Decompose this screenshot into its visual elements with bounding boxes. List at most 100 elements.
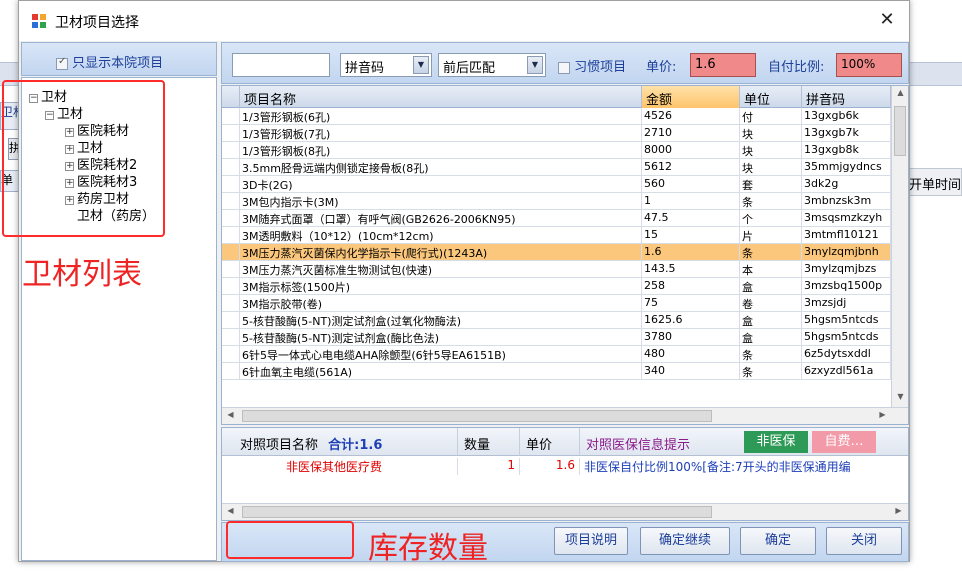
pinyin-cell: 3dk2g: [802, 176, 891, 193]
unit-cell: 条: [740, 346, 802, 363]
unit-cell: 套: [740, 176, 802, 193]
close-icon[interactable]: ✕: [874, 9, 900, 30]
self-pay-field[interactable]: 100%: [836, 53, 902, 77]
insurance-hint-label: 对照医保信息提示: [586, 438, 691, 453]
item-name-cell: 5-核苷酸酶(5-NT)测定试剂盒(过氧化物酶法): [240, 312, 642, 329]
amount-cell: 3780: [642, 329, 740, 346]
pinyin-cell: 13gxgb6k: [802, 108, 891, 125]
stock-quantity-annotation: 库存数量: [368, 531, 488, 566]
scroll-right-icon[interactable]: ▶: [890, 506, 907, 515]
item-description-button[interactable]: 项目说明: [554, 527, 628, 555]
row-header[interactable]: [222, 227, 240, 244]
row-header[interactable]: [222, 278, 240, 295]
column-unit[interactable]: 单位: [740, 86, 802, 108]
pinyin-cell: 3mylzqmjbnh: [802, 244, 891, 261]
mapped-item-name-cell: 非医保其他医疗费: [234, 458, 458, 475]
table-row[interactable]: 3M压力蒸汽灭菌标准生物测试包(快速) 143.5 本 3mylzqmjbzs: [222, 261, 891, 278]
table-row[interactable]: 5-核苷酸酶(5-NT)测定试剂盒(过氧化物酶法) 1625.6 盒 5hgsm5nt…: [222, 312, 891, 329]
table-row[interactable]: 6针5导一体式心电电缆AHA除颤型(6针5导EA6151B) 480 条 6z5dyt…: [222, 346, 891, 363]
column-mapped-item-name[interactable]: 对照项目名称 合计:1.6: [234, 428, 458, 456]
checkbox-icon[interactable]: [56, 56, 68, 70]
amount-cell: 340: [642, 363, 740, 380]
material-grid: 项目名称 金额 单位 拼音码 1/3管形钢板(6孔) 4526 付 13gxgb6k 1…: [221, 85, 909, 425]
row-header[interactable]: [222, 193, 240, 210]
table-row[interactable]: 3M包内指示卡(3M) 1 条 3mbnzsk3m: [222, 193, 891, 210]
item-name-cell: 1/3管形钢板(6孔): [240, 108, 642, 125]
table-row[interactable]: 3M透明敷料（10*12）(10cm*12cm) 15 片 3mtmfl10121: [222, 227, 891, 244]
item-name-cell: 6针血氧主电缆(561A): [240, 363, 642, 380]
column-amount[interactable]: 金额: [642, 86, 740, 108]
confirm-continue-button[interactable]: 确定继续: [640, 527, 730, 555]
table-row[interactable]: 3M随弃式面罩（口罩）有呼气阀(GB2626-2006KN95) 47.5 个 3ms…: [222, 210, 891, 227]
column-item-name[interactable]: 项目名称: [240, 86, 642, 108]
amount-cell: 75: [642, 295, 740, 312]
match-mode-select[interactable]: 前后匹配 ▼: [438, 53, 546, 77]
row-header[interactable]: [222, 108, 240, 125]
chevron-down-icon[interactable]: ▼: [527, 56, 543, 74]
pinyin-cell: 3mzsjdj: [802, 295, 891, 312]
search-input[interactable]: [232, 53, 330, 77]
table-row[interactable]: 3M压力蒸汽灭菌保内化学指示卡(爬行式)(1243A) 1.6 条 3mylzqmjb…: [222, 244, 891, 261]
table-row[interactable]: 3M指示标签(1500片) 258 盒 3mzsbq1500p: [222, 278, 891, 295]
item-name-cell: 3M压力蒸汽灭菌标准生物测试包(快速): [240, 261, 642, 278]
grid-vertical-scrollbar[interactable]: ▲ ▼: [891, 86, 908, 407]
scroll-thumb[interactable]: [242, 410, 712, 422]
close-button[interactable]: 关闭: [826, 527, 902, 555]
row-header[interactable]: [222, 329, 240, 346]
pinyin-cell: 3mzsbq1500p: [802, 278, 891, 295]
table-row[interactable]: 1/3管形钢板(6孔) 4526 付 13gxgb6k: [222, 108, 891, 125]
unit-cell: 盒: [740, 278, 802, 295]
table-row[interactable]: 1/3管形钢板(8孔) 8000 块 13gxgb8k: [222, 142, 891, 159]
column-insurance-hint[interactable]: 对照医保信息提示 非医保 自费…: [580, 428, 908, 456]
scroll-left-icon[interactable]: ◀: [222, 410, 239, 419]
row-header[interactable]: [222, 312, 240, 329]
row-header[interactable]: [222, 210, 240, 227]
title-bar: 卫材项目选择 ✕: [19, 1, 909, 41]
chevron-down-icon[interactable]: ▼: [413, 56, 429, 74]
checkbox-icon[interactable]: [558, 61, 570, 74]
price-cell: 1.6: [520, 458, 580, 475]
table-row[interactable]: 6针血氧主电缆(561A) 340 条 6zxyzdl561a: [222, 363, 891, 380]
scroll-down-icon[interactable]: ▼: [892, 392, 908, 401]
row-header[interactable]: [222, 363, 240, 380]
table-row[interactable]: 3M指示胶带(卷) 75 卷 3mzsjdj: [222, 295, 891, 312]
row-header[interactable]: [222, 244, 240, 261]
column-quantity[interactable]: 数量: [458, 428, 520, 456]
row-header[interactable]: [222, 261, 240, 278]
scroll-right-icon[interactable]: ▶: [874, 410, 891, 419]
unit-cell: 片: [740, 227, 802, 244]
row-header[interactable]: [222, 295, 240, 312]
scroll-thumb[interactable]: [242, 506, 712, 518]
filter-toolbar: 拼音码 ▼ 前后匹配 ▼ 习惯项目 单价: 1.6 自付比例: 100%: [221, 42, 909, 84]
mapping-horizontal-scrollbar[interactable]: ◀ ▶: [222, 503, 908, 520]
row-header[interactable]: [222, 159, 240, 176]
unit-cell: 付: [740, 108, 802, 125]
habit-item-checkbox[interactable]: 习惯项目: [558, 56, 626, 75]
row-header[interactable]: [222, 125, 240, 142]
column-price[interactable]: 单价: [520, 428, 580, 456]
only-this-hospital-checkbox[interactable]: 只显示本院项目: [56, 52, 163, 71]
row-header[interactable]: [222, 346, 240, 363]
unit-cell: 条: [740, 193, 802, 210]
price-field[interactable]: 1.6: [690, 53, 756, 77]
amount-cell: 15: [642, 227, 740, 244]
search-mode-select[interactable]: 拼音码 ▼: [340, 53, 432, 77]
scroll-up-icon[interactable]: ▲: [892, 88, 908, 97]
item-name-cell: 3M指示标签(1500片): [240, 278, 642, 295]
window-title: 卫材项目选择: [55, 15, 139, 31]
scroll-left-icon[interactable]: ◀: [222, 506, 239, 515]
table-row[interactable]: 1/3管形钢板(7孔) 2710 块 13gxgb7k: [222, 125, 891, 142]
column-pinyin[interactable]: 拼音码: [802, 86, 891, 108]
pinyin-cell: 3mbnzsk3m: [802, 193, 891, 210]
amount-cell: 47.5: [642, 210, 740, 227]
row-header[interactable]: [222, 142, 240, 159]
confirm-button[interactable]: 确定: [740, 527, 816, 555]
unit-cell: 本: [740, 261, 802, 278]
grid-horizontal-scrollbar[interactable]: ◀ ▶: [222, 407, 908, 424]
table-row[interactable]: 3.5mm胫骨远端内侧锁定接骨板(8孔) 5612 块 35mmjgydncs: [222, 159, 891, 176]
table-row[interactable]: 3D卡(2G) 560 套 3dk2g: [222, 176, 891, 193]
quantity-cell[interactable]: 1: [458, 458, 520, 475]
scroll-thumb[interactable]: [894, 106, 906, 156]
row-header[interactable]: [222, 176, 240, 193]
table-row[interactable]: 5-核苷酸酶(5-NT)测定试剂盒(酶比色法) 3780 盒 5hgsm5ntcds: [222, 329, 891, 346]
